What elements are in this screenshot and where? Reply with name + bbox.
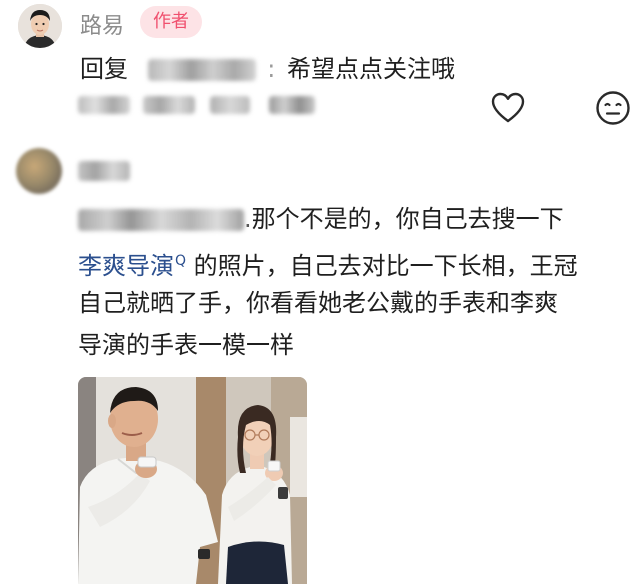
comment2-body: .那个不是的，你自己去搜一下 李爽导演Q 的照片，自己去对比一下长相，王冠 自己…: [78, 198, 618, 366]
comment2-line-4: 导演的手表一模一样: [78, 331, 294, 359]
comment2-line-1: .那个不是的，你自己去搜一下: [78, 198, 618, 240]
search-icon[interactable]: Q: [175, 253, 186, 269]
reply-text-line: 回复 : 希望点点关注哦: [80, 54, 455, 84]
reply-colon: :: [267, 55, 276, 83]
commenter-username-blurred[interactable]: [78, 160, 130, 181]
author-username[interactable]: 路易: [80, 8, 124, 40]
comment2-line-3: 自己就晒了手，你看看她老公戴的手表和李爽: [78, 289, 558, 317]
photo-image: [78, 377, 307, 584]
comment2-line-2: 李爽导演Q 的照片，自己去对比一下长相，王冠: [78, 240, 618, 282]
comment2-text-part1: 那个不是的，你自己去搜一下: [251, 205, 564, 233]
blurred-mention[interactable]: [78, 209, 244, 231]
commenter-avatar[interactable]: [16, 148, 62, 194]
heart-icon: [491, 92, 525, 123]
reply-prefix: 回复: [80, 55, 128, 83]
comment-photo[interactable]: [78, 377, 307, 584]
author-avatar[interactable]: [18, 4, 62, 48]
author-badge: 作者: [140, 6, 202, 38]
comment2-colon: .: [244, 205, 252, 233]
reply-content: 希望点点关注哦: [287, 55, 456, 83]
like-button[interactable]: [491, 92, 525, 124]
search-link-li-shuang[interactable]: 李爽导演: [78, 252, 174, 280]
comment2-line-2-rest: 的照片，自己去对比一下长相，王冠: [186, 252, 578, 280]
comment1-timestamp-blurred: [78, 94, 316, 114]
author-avatar-image: [18, 4, 62, 48]
emoji-button[interactable]: [595, 90, 631, 126]
emoji-icon: [596, 91, 630, 125]
blurred-reply-target[interactable]: [147, 59, 256, 81]
